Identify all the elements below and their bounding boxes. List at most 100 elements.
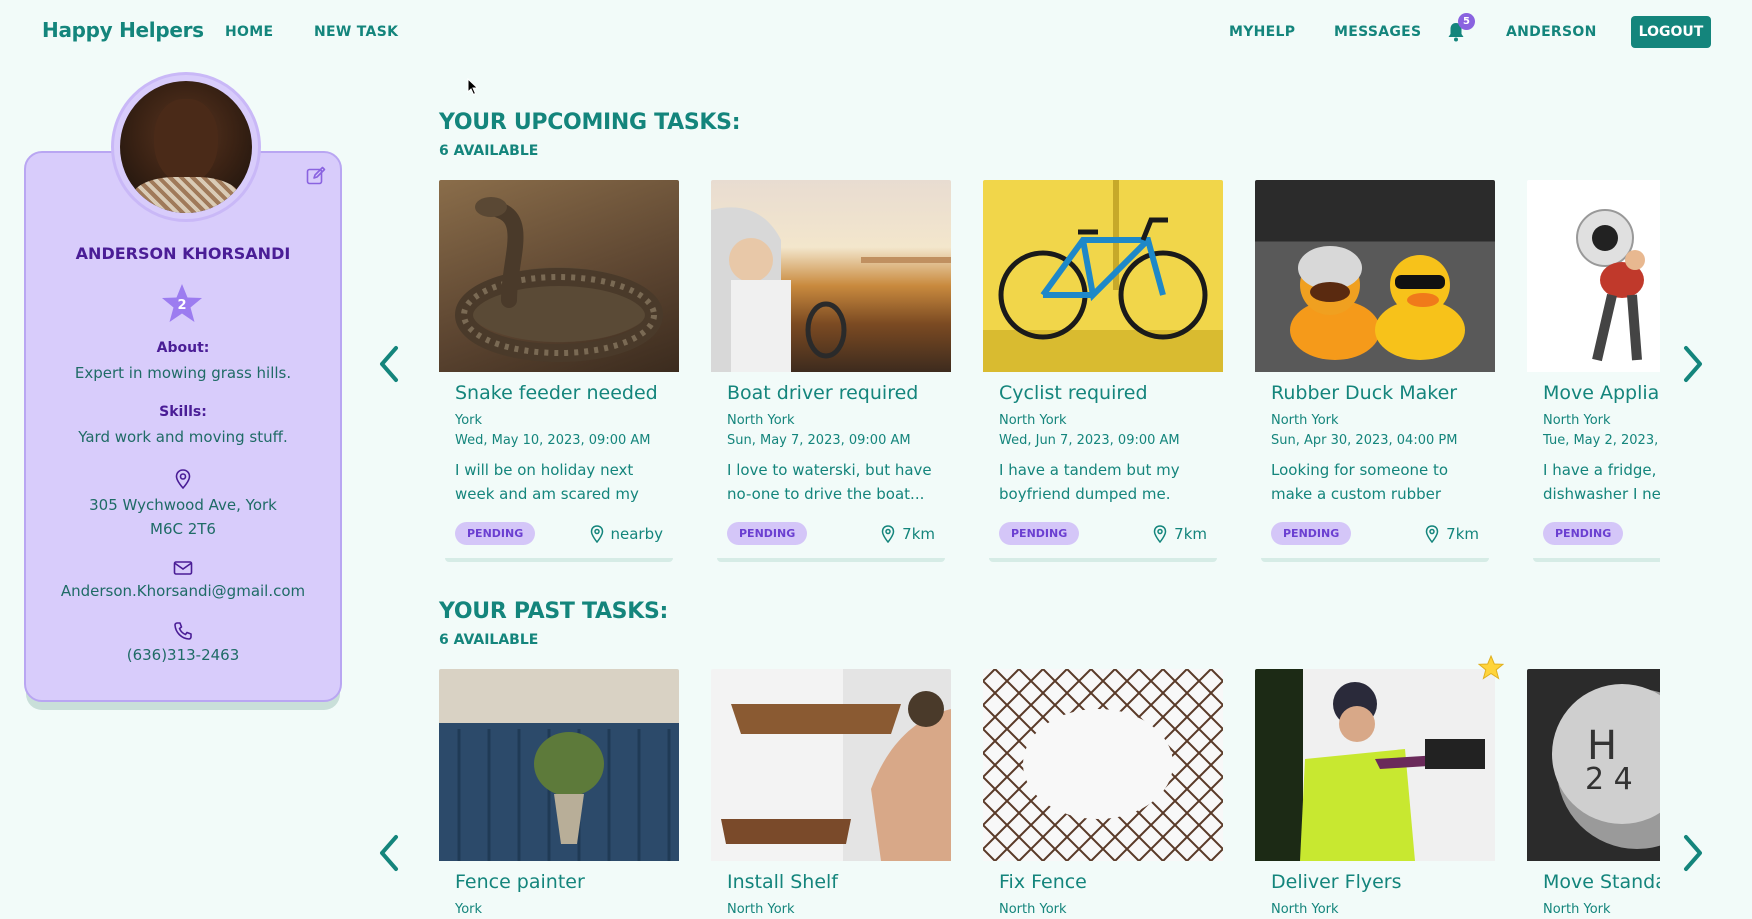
- task-title[interactable]: Fence painter: [455, 871, 679, 893]
- svg-text:2 4: 2 4: [1585, 762, 1633, 797]
- task-image: [1527, 180, 1660, 372]
- task-card[interactable]: Boat driver required North York Sun, May…: [711, 180, 951, 562]
- status-badge: PENDING: [999, 522, 1080, 545]
- address-line1: 305 Wychwood Ave, York: [89, 496, 277, 514]
- task-image: [711, 180, 951, 372]
- task-distance: nearby: [589, 525, 664, 543]
- task-description: I have a tandem but my boyfriend dumped …: [999, 461, 1180, 503]
- upcoming-tasks-count: 6 AVAILABLE: [439, 143, 539, 159]
- task-description: I love to waterski, but have no-one to d…: [727, 461, 932, 503]
- task-title[interactable]: Boat driver required: [727, 382, 951, 404]
- task-description: Looking for someone to make a custom rub…: [1271, 461, 1449, 503]
- phone-icon: [174, 622, 192, 640]
- distance-value: 7km: [1446, 525, 1479, 543]
- distance-value: 7km: [902, 525, 935, 543]
- task-title[interactable]: Move Standa: [1543, 871, 1660, 893]
- past-tasks-heading: YOUR PAST TASKS:: [439, 599, 669, 624]
- past-next-arrow-icon[interactable]: [1680, 833, 1706, 873]
- status-badge: PENDING: [455, 522, 536, 545]
- task-image: [983, 669, 1223, 861]
- task-card[interactable]: Cyclist required North York Wed, Jun 7, …: [983, 180, 1223, 562]
- avatar: [120, 81, 252, 213]
- task-image: [439, 669, 679, 861]
- mouse-cursor-icon: [467, 78, 479, 96]
- task-location: York: [455, 413, 483, 428]
- task-distance: 7km: [1424, 525, 1479, 543]
- location-pin-icon: [1153, 525, 1167, 543]
- profile-name: ANDERSON KHORSANDI: [75, 244, 291, 263]
- task-image: H 2 4: [1527, 669, 1660, 861]
- notification-count-badge: 5: [1458, 13, 1475, 30]
- task-card[interactable]: Snake feeder needed York Wed, May 10, 20…: [439, 180, 679, 562]
- task-location: North York: [1543, 413, 1611, 428]
- upcoming-prev-arrow-icon[interactable]: [376, 344, 402, 384]
- task-location: York: [455, 902, 483, 917]
- upcoming-tasks-heading: YOUR UPCOMING TASKS:: [439, 110, 741, 135]
- location-pin-icon: [175, 469, 191, 490]
- location-pin-icon: [590, 525, 603, 543]
- distance-value: nearby: [610, 525, 664, 543]
- nav-myhelp-link[interactable]: MYHELP: [1229, 24, 1295, 40]
- task-location: North York: [999, 413, 1067, 428]
- task-title[interactable]: Install Shelf: [727, 871, 951, 893]
- task-location: North York: [727, 902, 795, 917]
- nav-new-task-link[interactable]: NEW TASK: [314, 24, 398, 40]
- task-distance: 7km: [880, 525, 935, 543]
- task-image: [711, 669, 951, 861]
- distance-value: 7km: [1174, 525, 1207, 543]
- task-card[interactable]: Rubber Duck Maker North York Sun, Apr 30…: [1255, 180, 1495, 562]
- past-tasks-count: 6 AVAILABLE: [439, 632, 539, 648]
- brand-logo[interactable]: Happy Helpers: [42, 18, 204, 42]
- task-date: Sun, May 7, 2023, 09:00 AM: [727, 433, 911, 448]
- task-title[interactable]: Snake feeder needed: [455, 382, 679, 404]
- logout-button[interactable]: LOGOUT: [1631, 16, 1711, 48]
- status-badge: PENDING: [727, 522, 808, 545]
- avatar-frame: [111, 72, 261, 222]
- task-date: Wed, Jun 7, 2023, 09:00 AM: [999, 433, 1180, 448]
- status-badge: PENDING: [1271, 522, 1352, 545]
- edit-profile-icon[interactable]: [306, 166, 326, 186]
- past-task-card[interactable]: Fix Fence North York: [983, 669, 1223, 917]
- task-description: I will be on holiday next week and am sc…: [455, 461, 639, 503]
- task-location: North York: [1271, 902, 1339, 917]
- address-line2: M6C 2T6: [150, 520, 216, 538]
- task-location: North York: [727, 413, 795, 428]
- task-image: [983, 180, 1223, 372]
- task-title[interactable]: Deliver Flyers: [1271, 871, 1495, 893]
- favorite-star-icon[interactable]: [1478, 655, 1504, 681]
- task-date: Tue, May 2, 2023, (: [1543, 433, 1660, 448]
- about-text: Expert in mowing grass hills.: [74, 364, 292, 382]
- past-task-card[interactable]: H 2 4 Move Standa North York: [1527, 669, 1660, 917]
- about-label: About:: [156, 340, 210, 356]
- nav-home-link[interactable]: HOME: [225, 24, 273, 40]
- past-task-card[interactable]: Fence painter York: [439, 669, 679, 917]
- task-title[interactable]: Rubber Duck Maker: [1271, 382, 1495, 404]
- task-location: North York: [999, 902, 1067, 917]
- nav-user-link[interactable]: ANDERSON: [1506, 24, 1597, 40]
- task-image: [1255, 180, 1495, 372]
- task-date: Wed, May 10, 2023, 09:00 AM: [455, 433, 651, 448]
- task-title[interactable]: Move Applian: [1543, 382, 1660, 404]
- mail-icon: [173, 561, 193, 575]
- task-title[interactable]: Cyclist required: [999, 382, 1223, 404]
- upcoming-next-arrow-icon[interactable]: [1680, 344, 1706, 384]
- past-prev-arrow-icon[interactable]: [376, 833, 402, 873]
- nav-messages-link[interactable]: MESSAGES: [1334, 24, 1421, 40]
- skills-label: Skills:: [159, 404, 207, 420]
- task-location: North York: [1271, 413, 1339, 428]
- status-badge: PENDING: [1543, 522, 1624, 545]
- task-description: I have a fridge, s dishwasher I nee: [1543, 461, 1660, 503]
- past-task-card[interactable]: Deliver Flyers North York: [1255, 669, 1495, 917]
- location-pin-icon: [881, 525, 895, 543]
- rating-value: 2: [177, 298, 186, 313]
- location-pin-icon: [1425, 525, 1439, 543]
- rating-star-icon: 2: [162, 284, 202, 322]
- task-title[interactable]: Fix Fence: [999, 871, 1223, 893]
- past-carousel: Fence painter York Install Shelf North Y…: [439, 669, 1660, 919]
- past-task-card[interactable]: Install Shelf North York: [711, 669, 951, 917]
- task-image: [1255, 669, 1495, 861]
- upcoming-carousel: Snake feeder needed York Wed, May 10, 20…: [439, 180, 1660, 580]
- email-text: Anderson.Khorsandi@gmail.com: [60, 582, 306, 600]
- skills-text: Yard work and moving stuff.: [78, 428, 288, 446]
- task-card[interactable]: Move Applian North York Tue, May 2, 2023…: [1527, 180, 1660, 562]
